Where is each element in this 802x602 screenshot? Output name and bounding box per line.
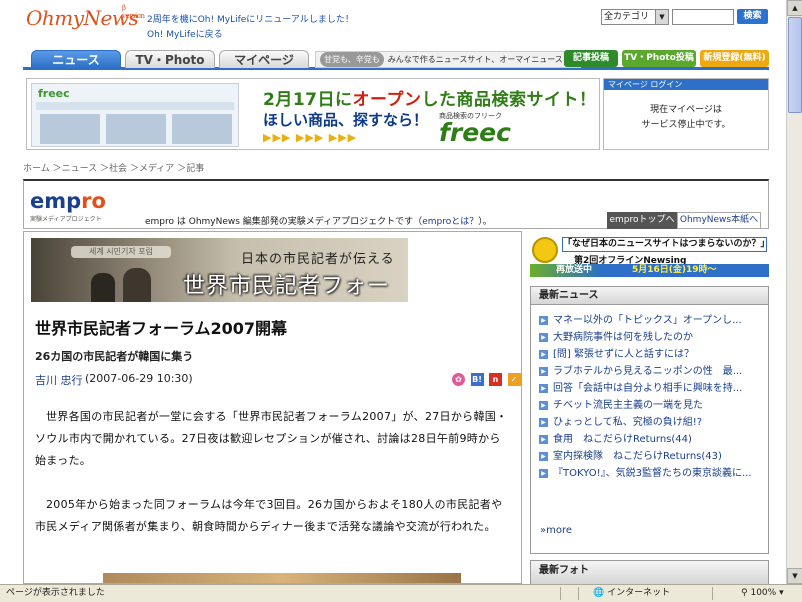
globe-icon: 🌐 <box>593 588 605 598</box>
article-body: 世界各国の市民記者が一堂に会する「世界市民記者フォーラム2007」が、27日から… <box>35 406 510 560</box>
search-button[interactable]: 検索 <box>737 9 768 24</box>
news-item[interactable]: ▶ 『TOKYO!』、気鋭3監督たちの東京談義に... <box>539 465 760 482</box>
bullet-arrow-icon: ▶ <box>539 367 548 376</box>
news-item[interactable]: ▶ [問] 緊張せずに人と話すには？ <box>539 346 760 363</box>
bullet-arrow-icon: ▶ <box>539 384 548 393</box>
chevron-down-icon: ▼ <box>655 10 668 24</box>
bookmark-icon[interactable]: ✿ <box>452 372 465 386</box>
tab-mypage[interactable]: マイページ <box>219 50 309 68</box>
article-subtitle: 26カ国の市民記者が韓国に集う <box>35 350 194 363</box>
article-title: 世界市民記者フォーラム2007開幕 <box>35 319 288 338</box>
bullet-arrow-icon: ▶ <box>539 469 548 478</box>
news-item[interactable]: ▶ マネー以外の「トピックス」オープンし... <box>539 312 760 329</box>
latest-news-box: 最新ニュース ▶ マネー以外の「トピックス」オープンし... ▶ 大野病院事件は何を… <box>530 286 769 554</box>
bookmark-icons: ✿ B! n ✓ <box>450 372 521 386</box>
mypage-login-box: マイページ ログイン 現在マイページは サービス停止中です。 <box>603 78 769 150</box>
bullet-arrow-icon: ▶ <box>539 452 548 461</box>
vertical-scrollbar[interactable]: ▲ ▼ <box>786 0 802 584</box>
ohmynews-logo[interactable]: OhmyNews β version <box>26 4 145 30</box>
search-input[interactable] <box>672 9 734 25</box>
article-photo <box>103 573 461 583</box>
smiley-mascot-icon <box>532 237 558 263</box>
news-item[interactable]: ▶ 回答「会話中は自分より相手に興味を持... <box>539 380 760 397</box>
latest-news-list: ▶ マネー以外の「トピックス」オープンし... ▶ 大野病院事件は何を残したのか ▶… <box>531 305 768 482</box>
article-column: 세계 시민기자 포럼 日本の市民記者が伝える 世界市民記者フォーラム2007 世… <box>23 231 522 584</box>
bullet-arrow-icon: ▶ <box>539 418 548 427</box>
freec-logo: freec <box>439 118 511 147</box>
zoom-level[interactable]: ⚲ 100% ▾ <box>741 585 784 602</box>
scroll-thumb[interactable] <box>788 17 802 113</box>
back-to-mylife-link[interactable]: Oh! MyLifeに戻る <box>147 27 223 40</box>
bullet-arrow-icon: ▶ <box>539 350 548 359</box>
news-item[interactable]: ▶ ひょっとして私、究極の負け組!? <box>539 414 760 431</box>
empro-description: empro は OhmyNews 編集部発の実験メディアプロジェクトです（emp… <box>145 217 492 227</box>
post-article-button[interactable]: 記事投稿 <box>564 50 618 67</box>
bullet-arrow-icon: ▶ <box>539 333 548 342</box>
beta-tag: β version <box>122 4 145 20</box>
breadcrumb: ホーム ＞ニュース ＞社会 ＞メディア ＞記事 <box>23 161 208 174</box>
article-paragraph: 2005年から始まった同フォーラムは今年で3回目。26カ国からおよそ180人の市… <box>35 498 503 533</box>
tab-tv-photo[interactable]: TV・Photo <box>125 50 215 68</box>
renewal-notice-link[interactable]: 2周年を機にOh! MyLifeにリニューアルしました！ <box>147 12 354 25</box>
empro-logo[interactable]: empro <box>30 189 106 213</box>
latest-photo-title: 最新フォト <box>530 560 769 584</box>
news-item[interactable]: ▶ 室内探検隊 ねこだらけReturns(43) <box>539 448 760 465</box>
tab-news[interactable]: ニュース <box>31 50 121 68</box>
news-item[interactable]: ▶ チベット流民主主義の一端を見た <box>539 397 760 414</box>
news-item[interactable]: ▶ 食用 ねこだらけReturns(44) <box>539 431 760 448</box>
browser-status-bar: ページが表示されました 🌐 インターネット ⚲ 100% ▾ <box>0 584 802 602</box>
tagline-badge: 甘党も、辛党も <box>320 52 384 67</box>
freec-site-thumbnail: freec <box>31 83 239 147</box>
breadcrumb-news[interactable]: ＞ニュース <box>53 164 98 174</box>
category-select[interactable]: 全カテゴリ ▼ <box>601 9 669 25</box>
register-button[interactable]: 新規登録(無料) <box>700 50 769 67</box>
article-date: (2007-06-29 10:30) <box>85 372 193 385</box>
hatena-bookmark-icon[interactable]: B! <box>470 372 484 386</box>
breadcrumb-media[interactable]: ＞メディア <box>130 164 174 174</box>
bullet-arrow-icon: ▶ <box>539 316 548 325</box>
tab-empro-top[interactable]: emproトップへ <box>607 212 677 229</box>
site-header: OhmyNews β version 2周年を機にOh! MyLifeにリニューア… <box>0 0 786 44</box>
empro-header: empro 実験メディアプロジェクト empro は OhmyNews 編集部発… <box>23 179 769 229</box>
more-news-link[interactable]: »more <box>540 525 572 536</box>
scroll-up-arrow-icon[interactable]: ▲ <box>787 0 802 16</box>
newsing-icon[interactable]: n <box>489 372 502 386</box>
freec-ad-banner[interactable]: freec 2月17日にオープンした商品検索サイト！ ほしい商品、探すなら！ ▶… <box>26 78 600 150</box>
author-link[interactable]: 吉川 忠行 <box>35 372 83 388</box>
freec-promo: 2月17日にオープンした商品検索サイト！ ほしい商品、探すなら！ ▶▶▶ ▶▶▶… <box>243 81 597 148</box>
article-paragraph: 世界各国の市民記者が一堂に会する「世界市民記者フォーラム2007」が、27日から… <box>35 410 508 467</box>
news-item[interactable]: ▶ 大野病院事件は何を残したのか <box>539 329 760 346</box>
news-item[interactable]: ▶ ラブホテルから見えるニッポンの性 最... <box>539 363 760 380</box>
chevron-down-icon: ▾ <box>779 588 784 598</box>
arrow-decoration: ▶▶▶ ▶▶▶ ▶▶▶ <box>263 131 358 144</box>
breadcrumb-society[interactable]: ＞社会 <box>100 164 127 174</box>
breadcrumb-home[interactable]: ホーム <box>23 164 50 174</box>
newsing-offline-ad[interactable]: 「なぜ日本のニュースサイトはつまらないのか？」 第2回オフラインNewsing … <box>530 235 770 279</box>
main-nav: ニュース TV・Photo マイページ 甘党も、辛党も みんなで作るニュースサイト… <box>23 46 769 70</box>
bullet-arrow-icon: ▶ <box>539 401 548 410</box>
scroll-down-arrow-icon[interactable]: ▼ <box>787 568 802 584</box>
forum-banner-image: 세계 시민기자 포럼 日本の市民記者が伝える 世界市民記者フォーラム2007 <box>31 238 408 302</box>
magnifier-icon: ⚲ <box>741 588 748 598</box>
breadcrumb-article: ＞記事 <box>177 164 205 174</box>
post-tv-photo-button[interactable]: TV・Photo投稿 <box>622 50 696 67</box>
check-icon[interactable]: ✓ <box>507 372 521 386</box>
latest-news-title: 最新ニュース <box>531 287 768 305</box>
site-tagline: 甘党も、辛党も みんなで作るニュースサイト、オーマイニュース <box>315 51 581 68</box>
status-text: ページが表示されました <box>6 588 105 598</box>
internet-zone: 🌐 インターネット <box>593 588 671 598</box>
tab-ohmynews-main[interactable]: OhmyNews本紙へ <box>677 212 761 229</box>
bullet-arrow-icon: ▶ <box>539 435 548 444</box>
mypage-login-title: マイページ ログイン <box>604 79 768 90</box>
about-empro-link[interactable]: emproとは？ <box>422 217 478 227</box>
